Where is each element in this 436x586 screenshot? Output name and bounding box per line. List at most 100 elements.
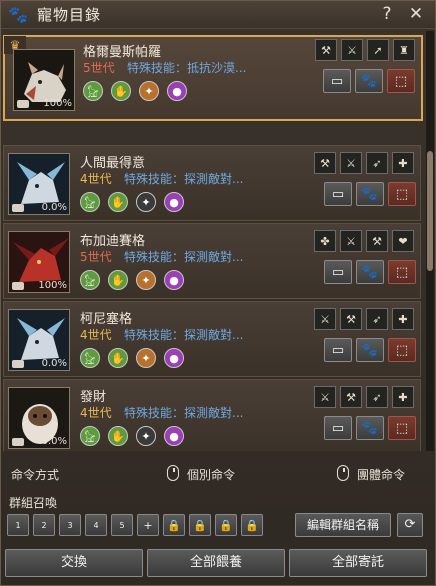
skill-slot-icon: ⚒	[314, 152, 336, 174]
pet-name: 格爾曼斯帕羅	[83, 45, 162, 60]
skill-slot-icon: ⚔	[314, 308, 336, 330]
pet-row[interactable]: 0.0% 柯尼塞格 4世代 特殊技能：探測敵對... 𓃠 ✋ ✦ ● ⚔ ⚒ ➶…	[3, 301, 421, 377]
pet-portrait: 0.0%	[8, 153, 70, 215]
trait-icon: ✋	[108, 426, 128, 446]
feed-percent: 0.0%	[41, 202, 67, 213]
title-bar: 🐾 寵物目錄 ? ✕	[1, 1, 435, 29]
mouse-icon	[337, 465, 349, 481]
pet-skill: 特殊技能：探測敵對...	[124, 250, 244, 264]
pet-row[interactable]: 0.0% 人間最得意 4世代 特殊技能：探測敵對... 𓃠 ✋ ✦ ● ⚒ ⚔ …	[3, 145, 421, 221]
exchange-button[interactable]: 交換	[5, 549, 143, 577]
entrust-button[interactable]: ⬚	[387, 69, 415, 93]
help-button[interactable]: ?	[376, 3, 398, 25]
skill-slot-icon: ♜	[393, 39, 415, 61]
trait-icon: 𓃠	[80, 348, 100, 368]
trait-icon: 𓃠	[80, 426, 100, 446]
group-slot-4[interactable]: 4	[85, 514, 107, 536]
pet-generation: 4世代	[80, 406, 112, 420]
food-icon	[17, 100, 29, 108]
skill-slot-icon: ⚔	[341, 39, 363, 61]
pet-row[interactable]: 0.0% 發財 4世代 特殊技能：探測敵對... 𓃠 ✋ ✦ ● ⚔ ⚒ ➶ ✚…	[3, 379, 421, 451]
entrust-button[interactable]: ⬚	[388, 260, 416, 284]
trait-icon: ●	[167, 81, 187, 101]
pet-paw-button[interactable]: 🐾	[356, 182, 384, 206]
entrust-button[interactable]: ⬚	[388, 182, 416, 206]
feed-button[interactable]: ▭	[324, 260, 352, 284]
paw-icon: 🐾	[8, 5, 28, 24]
trait-icon: 𓃠	[80, 192, 100, 212]
entrust-button[interactable]: ⬚	[388, 338, 416, 362]
pet-name: 柯尼塞格	[80, 312, 133, 327]
trait-icon: ●	[164, 348, 184, 368]
lock-icon[interactable]: 🔒	[189, 514, 211, 536]
pet-generation: 4世代	[80, 172, 112, 186]
pet-generation: 4世代	[80, 328, 112, 342]
pet-paw-button[interactable]: 🐾	[356, 416, 384, 440]
feed-button[interactable]: ▭	[324, 182, 352, 206]
group-command[interactable]: 團體命令	[357, 466, 405, 483]
skill-slot-icon: ➶	[366, 152, 388, 174]
lock-icon[interactable]: 🔒	[215, 514, 237, 536]
edit-group-name-button[interactable]: 編輯群組名稱	[295, 513, 391, 537]
pet-paw-button[interactable]: 🐾	[356, 260, 384, 284]
group-slot-3[interactable]: 3	[59, 514, 81, 536]
feed-button[interactable]: ▭	[323, 69, 351, 93]
lock-icon[interactable]: 🔒	[241, 514, 263, 536]
pet-skill: 特殊技能：探測敵對...	[124, 406, 244, 420]
food-icon	[12, 360, 24, 368]
pet-skill: 特殊技能：探測敵對...	[124, 328, 244, 342]
skill-slot-icon: ⚒	[366, 230, 388, 252]
trait-icon: 𓃠	[83, 81, 103, 101]
pet-name: 人間最得意	[80, 156, 146, 171]
skill-slot-icon: ✚	[392, 152, 414, 174]
skill-slot-icon: ❤	[392, 230, 414, 252]
pet-generation: 5世代	[83, 61, 115, 75]
skill-slot-icon: ➚	[367, 39, 389, 61]
pet-portrait: 0.0%	[8, 309, 70, 371]
feed-button[interactable]: ▭	[324, 338, 352, 362]
pet-portrait: 100%	[13, 49, 75, 111]
skill-slot-icon: ⚔	[340, 152, 362, 174]
pet-row[interactable]: 100% 布加迪賽格 5世代 特殊技能：探測敵對... 𓃠 ✋ ✦ ● ✤ ⚔ …	[3, 223, 421, 299]
food-icon	[12, 204, 24, 212]
feed-percent: 0.0%	[41, 436, 67, 447]
pet-name: 布加迪賽格	[80, 234, 146, 249]
trait-icon: 𓃠	[80, 270, 100, 290]
mouse-icon	[167, 465, 179, 481]
trait-icon: ●	[164, 426, 184, 446]
pet-paw-button[interactable]: 🐾	[356, 338, 384, 362]
entrust-all-button[interactable]: 全部寄託	[289, 549, 427, 577]
skill-slot-icon: ✚	[392, 308, 414, 330]
trait-icon: ●	[164, 192, 184, 212]
lock-icon[interactable]: 🔒	[163, 514, 185, 536]
add-group-icon[interactable]: +	[137, 514, 159, 536]
trait-icon: ✦	[139, 81, 159, 101]
pet-paw-button[interactable]: 🐾	[355, 69, 383, 93]
pet-portrait: 100%	[8, 231, 70, 293]
trait-icon: ✋	[111, 81, 131, 101]
refresh-icon[interactable]: ⟳	[397, 513, 423, 537]
feed-percent: 0.0%	[41, 358, 67, 369]
scrollbar-thumb[interactable]	[427, 151, 433, 271]
feed-all-button[interactable]: 全部餵養	[147, 549, 285, 577]
trait-icon: ✦	[136, 426, 156, 446]
pet-skill: 特殊技能：抵抗沙漠...	[127, 61, 247, 75]
entrust-button[interactable]: ⬚	[388, 416, 416, 440]
pet-row[interactable]: ♛ 100% 格爾曼斯帕羅 5世代 特殊技能：抵抗沙漠... 𓃠 ✋ ✦ ● ⚒…	[3, 35, 423, 121]
close-button[interactable]: ✕	[405, 3, 427, 25]
group-slot-5[interactable]: 5	[111, 514, 133, 536]
pet-list-window: 🐾 寵物目錄 ? ✕ ♛ 100% 格爾曼斯帕羅 5世代 特殊技能：抵抗沙漠..…	[0, 0, 436, 586]
group-slot-1[interactable]: 1	[7, 514, 29, 536]
skill-slot-icon: ➶	[366, 308, 388, 330]
skill-slot-icon: ⚔	[314, 386, 336, 408]
group-slot-2[interactable]: 2	[33, 514, 55, 536]
skill-slot-icon: ✚	[392, 386, 414, 408]
individual-command[interactable]: 個別命令	[187, 466, 235, 483]
command-mode-label: 命令方式	[11, 468, 60, 482]
window-title: 寵物目錄	[37, 6, 102, 24]
feed-button[interactable]: ▭	[324, 416, 352, 440]
trait-icon: ✋	[108, 192, 128, 212]
pet-generation: 5世代	[80, 250, 112, 264]
skill-slot-icon: ➶	[366, 386, 388, 408]
food-icon	[12, 438, 24, 446]
